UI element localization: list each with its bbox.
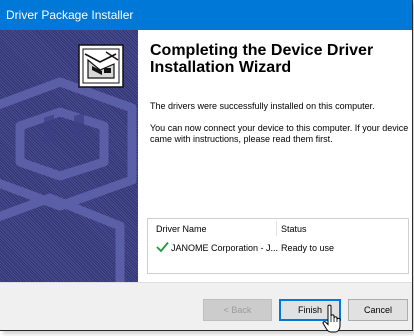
column-header-status[interactable]: Status [281, 224, 307, 234]
checkmark-icon [156, 241, 169, 253]
wizard-heading: Completing the Device Driver Installatio… [150, 42, 374, 76]
installer-window: Driver Package Installer Completing the … [0, 0, 413, 331]
hardware-icon [78, 44, 124, 88]
instructions-message: You can now connect your device to this … [150, 123, 409, 144]
wizard-banner [0, 30, 138, 282]
column-divider[interactable] [276, 221, 277, 236]
driver-status-cell: Ready to use [281, 243, 335, 253]
success-message: The drivers were successfully installed … [150, 101, 375, 111]
footer-divider [0, 282, 412, 283]
title-bar[interactable]: Driver Package Installer [0, 0, 412, 30]
wizard-content: Completing the Device Driver Installatio… [0, 30, 412, 282]
driver-name-cell: JANOME Corporation - J... [171, 243, 279, 253]
window-title: Driver Package Installer [6, 8, 134, 22]
back-button[interactable]: < Back [203, 299, 272, 321]
driver-list-table[interactable]: Driver Name Status JANOME Corporation - … [147, 218, 409, 274]
hand-cursor-icon [322, 304, 341, 333]
column-header-driver-name[interactable]: Driver Name [156, 224, 207, 234]
cancel-button[interactable]: Cancel [348, 299, 408, 321]
